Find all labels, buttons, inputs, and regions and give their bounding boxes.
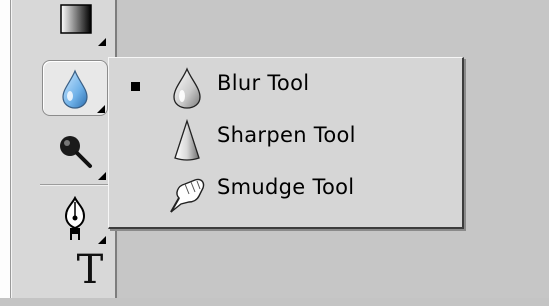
gradient-tool-button[interactable] (42, 0, 108, 48)
sharpen-cone-icon (174, 118, 200, 161)
active-tool-bullet-icon (131, 82, 140, 91)
dodge-icon (60, 136, 92, 168)
menu-item-smudge-tool[interactable]: Smudge Tool (109, 166, 461, 216)
smudge-finger-icon (170, 178, 205, 213)
blur-tool-button[interactable] (42, 60, 108, 116)
gradient-icon (60, 4, 92, 34)
blur-drop-icon (62, 69, 88, 109)
flyout-indicator-icon (98, 236, 106, 244)
menu-item-blur-tool[interactable]: Blur Tool (109, 62, 461, 112)
window-edge (0, 0, 11, 298)
blur-tools-flyout-menu: Blur Tool Sharpen Tool Smudge Tool (108, 57, 464, 229)
menu-item-label: Sharpen Tool (217, 123, 356, 147)
toolbar-divider (40, 184, 110, 186)
menu-item-label: Blur Tool (217, 71, 310, 95)
pen-tool-button[interactable] (42, 190, 108, 246)
menu-item-label: Smudge Tool (217, 175, 355, 199)
pen-nib-icon (64, 196, 86, 240)
type-icon: T (76, 247, 104, 293)
dodge-tool-button[interactable] (42, 126, 108, 182)
flyout-indicator-icon (97, 105, 105, 113)
blur-drop-icon (173, 67, 201, 109)
menu-item-sharpen-tool[interactable]: Sharpen Tool (109, 114, 461, 164)
flyout-indicator-icon (98, 172, 106, 180)
flyout-indicator-icon (98, 38, 106, 46)
tools-panel: T (11, 0, 117, 298)
